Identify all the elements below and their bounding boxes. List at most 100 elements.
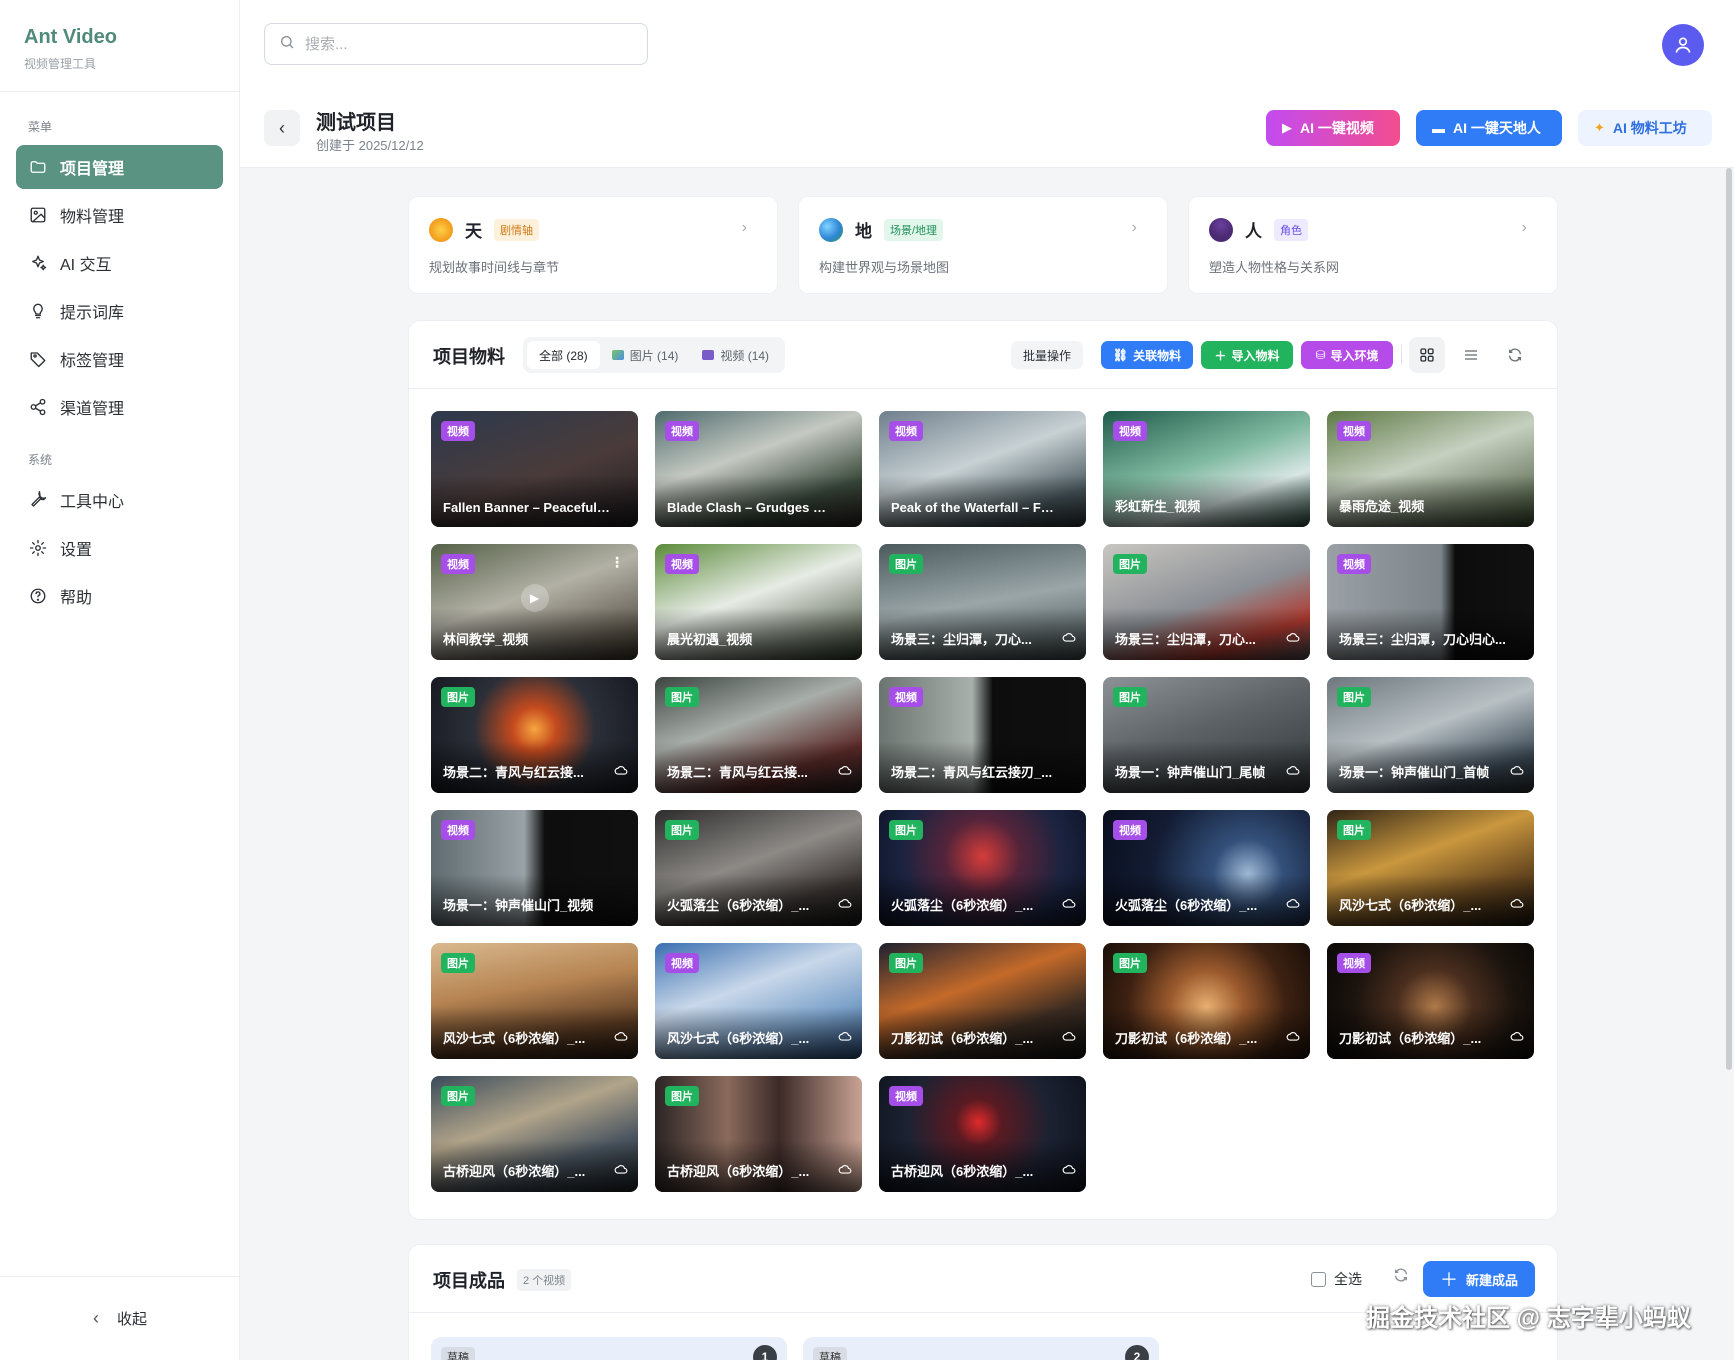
- material-name: Blade Clash – Grudges Unl...: [667, 500, 834, 515]
- material-type-badge: 图片: [665, 687, 699, 707]
- world-cards: 天剧情轴 规划故事时间线与章节 › 地场景/地理 构建世界观与场景地图 › 人角色 塑造人物性…: [408, 196, 1558, 294]
- product-card[interactable]: 草稿 1: [431, 1337, 787, 1360]
- folder-icon: [28, 157, 48, 177]
- new-product-button[interactable]: ＋ 新建成品: [1423, 1261, 1535, 1297]
- material-tile[interactable]: 视频 场景一：钟声催山门_视频: [431, 810, 638, 926]
- link-material-button[interactable]: ⛓ 关联物料: [1101, 341, 1193, 369]
- material-tile[interactable]: 视频 古桥迎风（6秒浓缩）_...: [879, 1076, 1086, 1192]
- filter-image-tab[interactable]: 图片 (14): [600, 341, 691, 369]
- sidebar-item-menu-5[interactable]: 渠道管理: [16, 385, 223, 429]
- material-tile[interactable]: 视频 暴雨危途_视频: [1327, 411, 1534, 527]
- material-type-badge: 图片: [1113, 554, 1147, 574]
- draft-badge: 草稿: [813, 1347, 847, 1360]
- material-name: 风沙七式（6秒浓缩）_...: [443, 1031, 586, 1046]
- page-scrollbar[interactable]: [1726, 168, 1732, 1070]
- material-tile[interactable]: 视频 晨光初遇_视频: [655, 544, 862, 660]
- bag-icon: ⛁: [1315, 348, 1326, 362]
- sidebar-item-menu-3[interactable]: 提示词库: [16, 289, 223, 333]
- ai-world-button[interactable]: ▬ AI 一键天地人: [1416, 110, 1562, 146]
- search-input[interactable]: [305, 35, 625, 53]
- material-tile[interactable]: 视频 Peak of the Waterfall – Fou...: [879, 411, 1086, 527]
- tag-icon: [28, 349, 48, 369]
- main-content: 天剧情轴 规划故事时间线与章节 › 地场景/地理 构建世界观与场景地图 › 人角色 塑造人物性…: [240, 168, 1734, 1360]
- sun-icon: [429, 217, 453, 242]
- sparkle-icon: ✦: [1594, 120, 1605, 135]
- material-name: 场景三：尘归潭，刀心...: [891, 632, 1032, 647]
- import-env-button[interactable]: ⛁ 导入环境: [1301, 341, 1393, 369]
- sidebar-item-system-1[interactable]: 设置: [16, 526, 223, 570]
- material-tile[interactable]: 视频 场景二：青风与红云接刃_...: [879, 677, 1086, 793]
- material-type-badge: 视频: [889, 1086, 923, 1106]
- sidebar-item-menu-4[interactable]: 标签管理: [16, 337, 223, 381]
- refresh-button[interactable]: [1497, 337, 1533, 373]
- material-tile[interactable]: 视频 场景三：尘归潭，刀心归心...: [1327, 544, 1534, 660]
- material-tile[interactable]: 图片 火弧落尘（6秒浓缩）_...: [879, 810, 1086, 926]
- back-button[interactable]: ‹: [264, 110, 300, 146]
- ai-lab-label: AI 物料工坊: [1612, 120, 1687, 136]
- material-name: 古桥迎风（6秒浓缩）_...: [443, 1164, 586, 1179]
- material-tile[interactable]: 视频 林间教学_视频 ▶ ⋮: [431, 544, 638, 660]
- material-type-badge: 图片: [665, 1086, 699, 1106]
- sidebar-item-menu-1[interactable]: 物料管理: [16, 193, 223, 237]
- import-material-button[interactable]: ＋ 导入物料: [1201, 341, 1293, 369]
- material-tile[interactable]: 视频 Fallen Banner – Peaceful R...: [431, 411, 638, 527]
- filter-video-tab[interactable]: 视频 (14): [690, 341, 781, 369]
- ai-lab-button[interactable]: ✦ AI 物料工坊: [1578, 110, 1712, 146]
- material-tile[interactable]: 图片 风沙七式（6秒浓缩）_...: [431, 943, 638, 1059]
- select-all-checkbox[interactable]: 全选: [1311, 1269, 1362, 1289]
- material-name: 场景一：钟声催山门_尾帧: [1115, 765, 1266, 780]
- search-icon: [279, 34, 295, 55]
- filter-all-tab[interactable]: 全部 (28): [527, 341, 600, 369]
- cloud-icon: [1286, 763, 1300, 781]
- collapse-button[interactable]: ‹ 收起: [0, 1276, 240, 1360]
- material-tile[interactable]: 图片 古桥迎风（6秒浓缩）_...: [655, 1076, 862, 1192]
- material-tile[interactable]: 视频 Blade Clash – Grudges Unl...: [655, 411, 862, 527]
- batch-operation-button[interactable]: 批量操作: [1011, 341, 1083, 369]
- list-view-button[interactable]: [1453, 337, 1489, 373]
- world-card-0[interactable]: 天剧情轴 规划故事时间线与章节 ›: [408, 196, 778, 294]
- world-card-2[interactable]: 人角色 塑造人物性格与关系网 ›: [1188, 196, 1558, 294]
- grid-view-button[interactable]: [1409, 337, 1445, 373]
- material-tile[interactable]: 图片 场景一：钟声催山门_首帧: [1327, 677, 1534, 793]
- material-tile[interactable]: 图片 风沙七式（6秒浓缩）_...: [1327, 810, 1534, 926]
- material-tile[interactable]: 视频 风沙七式（6秒浓缩）_...: [655, 943, 862, 1059]
- material-name: 场景一：钟声催山门_视频: [443, 898, 594, 913]
- material-tile[interactable]: 视频 彩虹新生_视频: [1103, 411, 1310, 527]
- more-icon[interactable]: ⋮: [610, 554, 624, 571]
- sidebar-item-label: 提示词库: [60, 305, 125, 322]
- material-tile[interactable]: 图片 场景二：青风与红云接...: [431, 677, 638, 793]
- new-product-label: 新建成品: [1465, 1272, 1518, 1288]
- list-icon: [1465, 350, 1477, 360]
- world-card-1[interactable]: 地场景/地理 构建世界观与场景地图 ›: [798, 196, 1168, 294]
- sparkle-icon: [28, 253, 48, 273]
- material-tile[interactable]: 图片 火弧落尘（6秒浓缩）_...: [655, 810, 862, 926]
- sidebar-item-system-2[interactable]: 帮助: [16, 574, 223, 618]
- product-card[interactable]: 草稿 2: [803, 1337, 1159, 1360]
- material-type-badge: 视频: [1337, 953, 1371, 973]
- sidebar-item-menu-2[interactable]: AI 交互: [16, 241, 223, 285]
- material-tile[interactable]: 图片 场景三：尘归潭，刀心...: [879, 544, 1086, 660]
- material-type-badge: 图片: [1337, 820, 1371, 840]
- cloud-icon: [838, 1029, 852, 1047]
- material-tile[interactable]: 图片 刀影初试（6秒浓缩）_...: [1103, 943, 1310, 1059]
- material-type-badge: 视频: [889, 421, 923, 441]
- ai-video-button[interactable]: ▶ AI 一键视频: [1266, 110, 1400, 146]
- ai-world-label: AI 一键天地人: [1453, 120, 1541, 136]
- products-refresh-button[interactable]: [1393, 1267, 1409, 1288]
- menu-section-label: 菜单: [28, 120, 53, 134]
- material-type-badge: 图片: [441, 1086, 475, 1106]
- search-box[interactable]: [264, 23, 648, 65]
- sidebar-item-system-0[interactable]: 工具中心: [16, 478, 223, 522]
- sidebar-item-menu-0[interactable]: 项目管理: [16, 145, 223, 189]
- material-tile[interactable]: 图片古桥迎风（6秒浓缩）_...: [431, 1076, 638, 1192]
- material-tile[interactable]: 图片 场景二：青风与红云接...: [655, 677, 862, 793]
- material-tile[interactable]: 视频 刀影初试（6秒浓缩）_...: [1327, 943, 1534, 1059]
- material-tile[interactable]: 视频 火弧落尘（6秒浓缩）_...: [1103, 810, 1310, 926]
- cloud-icon: [614, 763, 628, 781]
- material-tile[interactable]: 图片 场景三：尘归潭，刀心...: [1103, 544, 1310, 660]
- brand: Ant Video 视频管理工具: [0, 0, 239, 92]
- material-tile[interactable]: 图片 场景一：钟声催山门_尾帧: [1103, 677, 1310, 793]
- material-tile[interactable]: 图片 刀影初试（6秒浓缩）_...: [879, 943, 1086, 1059]
- user-avatar[interactable]: [1662, 24, 1704, 66]
- play-icon[interactable]: ▶: [520, 584, 549, 612]
